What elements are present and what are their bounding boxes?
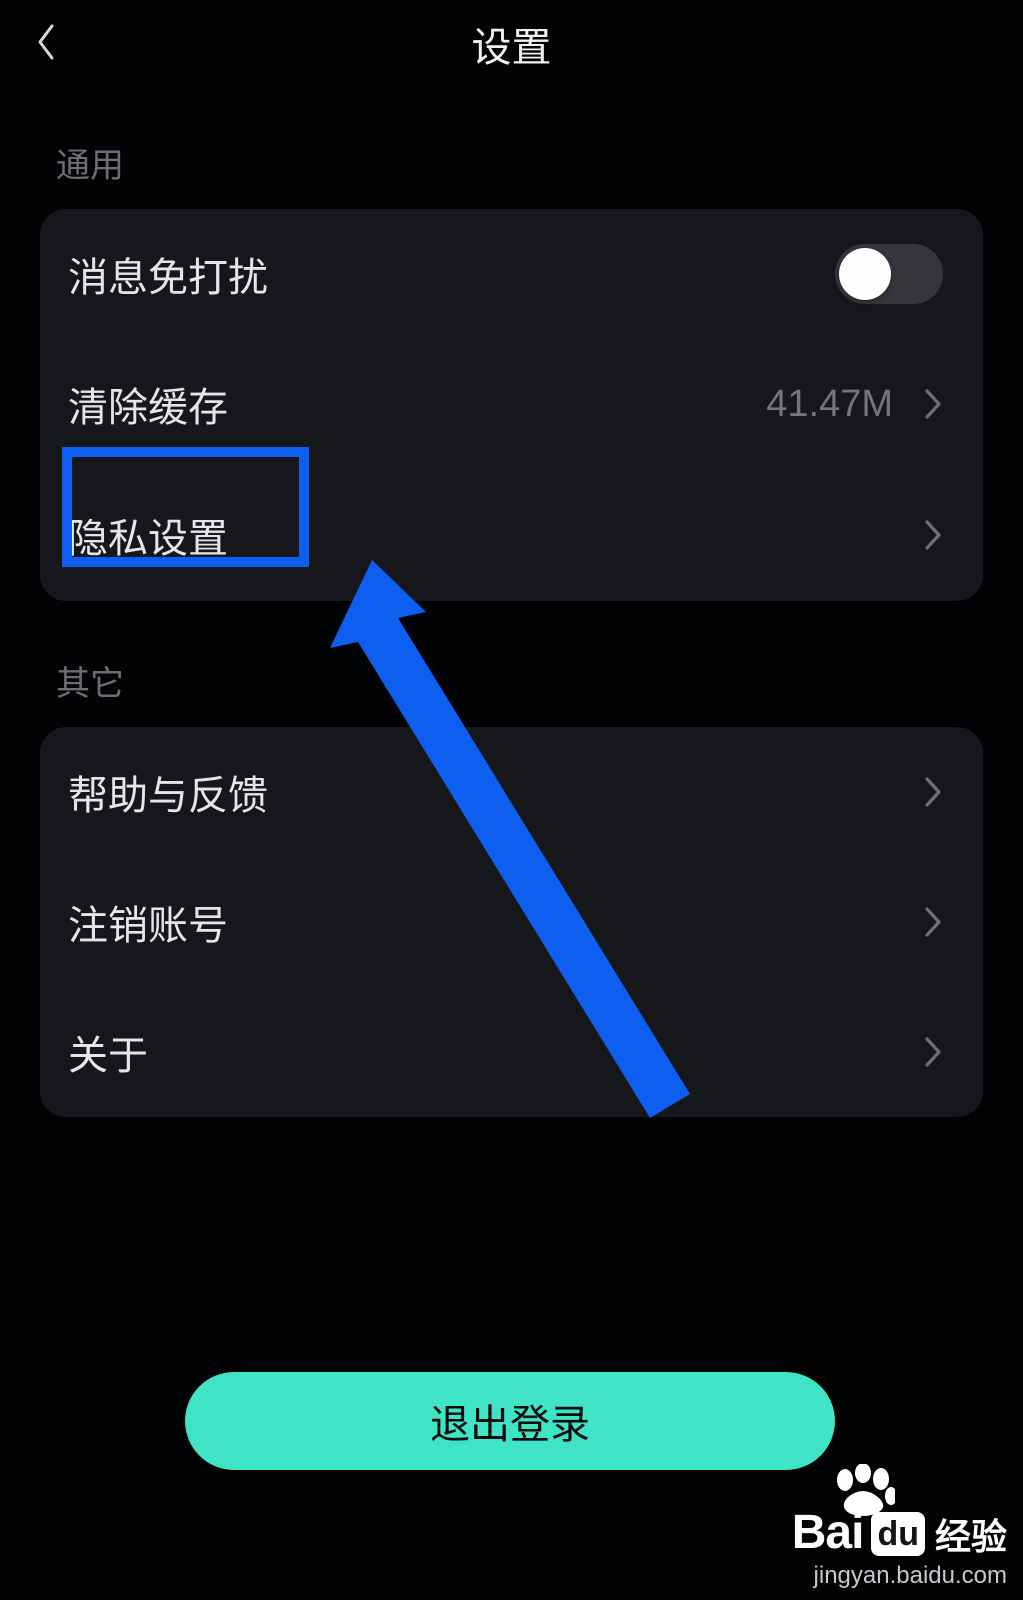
toggle-dnd[interactable] [835,244,943,304]
row-label-help: 帮助与反馈 [68,763,268,821]
row-label-deactivate: 注销账号 [68,893,228,951]
card-general: 消息免打扰 清除缓存 41.47M 隐私设置 [40,209,983,601]
row-right [923,905,943,939]
header: 设置 [0,0,1023,88]
toggle-knob [839,248,891,300]
logout-label: 退出登录 [430,1392,590,1450]
watermark-brand-box: du [871,1512,925,1556]
row-deactivate-account[interactable]: 注销账号 [40,857,983,987]
row-right [923,518,943,552]
row-dnd[interactable]: 消息免打扰 [40,209,983,339]
row-right: 41.47M [766,383,943,426]
watermark-url: jingyan.baidu.com [792,1562,1007,1590]
chevron-left-icon [34,22,58,67]
chevron-right-icon [923,775,943,809]
row-about[interactable]: 关于 [40,987,983,1117]
watermark-brand-right: 经验 [935,1508,1007,1560]
back-button[interactable] [24,22,68,66]
chevron-right-icon [923,387,943,421]
row-privacy-settings[interactable]: 隐私设置 [40,469,983,601]
chevron-right-icon [923,1035,943,1069]
chevron-right-icon [923,518,943,552]
card-other: 帮助与反馈 注销账号 关于 [40,727,983,1117]
row-label-cache: 清除缓存 [68,375,228,433]
watermark: Baidu 经验 jingyan.baidu.com [792,1505,1007,1590]
row-right [923,775,943,809]
row-label-dnd: 消息免打扰 [68,245,268,303]
logout-button[interactable]: 退出登录 [185,1372,835,1470]
row-clear-cache[interactable]: 清除缓存 41.47M [40,339,983,469]
row-label-about: 关于 [68,1023,148,1081]
row-label-privacy: 隐私设置 [68,506,228,564]
cache-size-value: 41.47M [766,383,893,426]
section-label-other: 其它 [0,601,1023,727]
watermark-brand-left: Bai [792,1505,864,1560]
page-title: 设置 [0,15,1023,73]
chevron-right-icon [923,905,943,939]
row-help-feedback[interactable]: 帮助与反馈 [40,727,983,857]
section-label-general: 通用 [0,88,1023,209]
row-right [923,1035,943,1069]
